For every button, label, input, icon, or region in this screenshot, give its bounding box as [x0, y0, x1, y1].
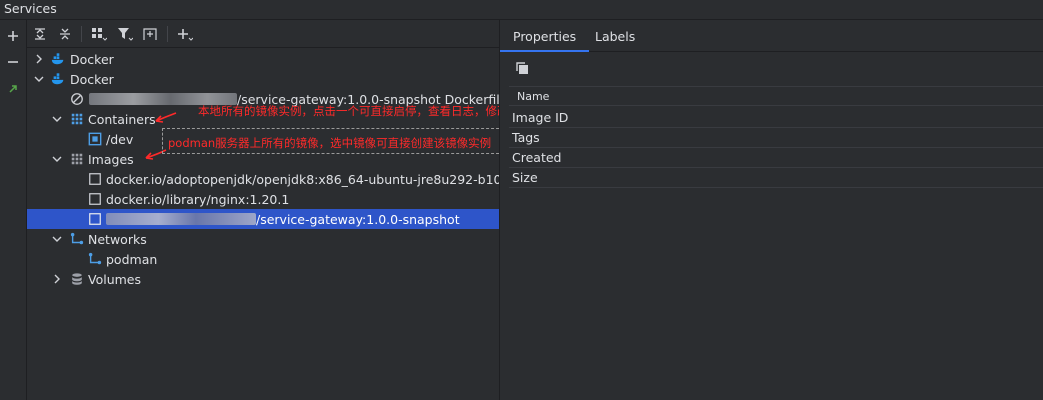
property-name: Created [512, 150, 562, 165]
details-panel: Properties Labels [500, 20, 1043, 400]
table-row[interactable]: Tags [509, 128, 1043, 148]
column-header-name: Name [517, 90, 550, 103]
tab-properties[interactable]: Properties [500, 20, 590, 52]
property-name: Tags [512, 130, 540, 145]
copy-icon [516, 62, 528, 74]
property-name: Size [512, 170, 538, 185]
tab-labels[interactable]: Labels [582, 20, 648, 52]
column-header[interactable]: Name [509, 86, 1043, 106]
table-row[interactable]: Size [509, 168, 1043, 188]
property-name: Image ID [512, 110, 569, 125]
properties-table: Name Image ID Tags Created Size [509, 86, 1043, 196]
copy-button[interactable] [515, 61, 531, 77]
images-annotation: podman服务器上所有的镜像，选中镜像可直接创建该镜像实例 [168, 136, 492, 150]
table-row[interactable]: Created [509, 148, 1043, 168]
details-tabs: Properties Labels [500, 20, 1043, 52]
table-row[interactable]: Image ID [509, 108, 1043, 128]
